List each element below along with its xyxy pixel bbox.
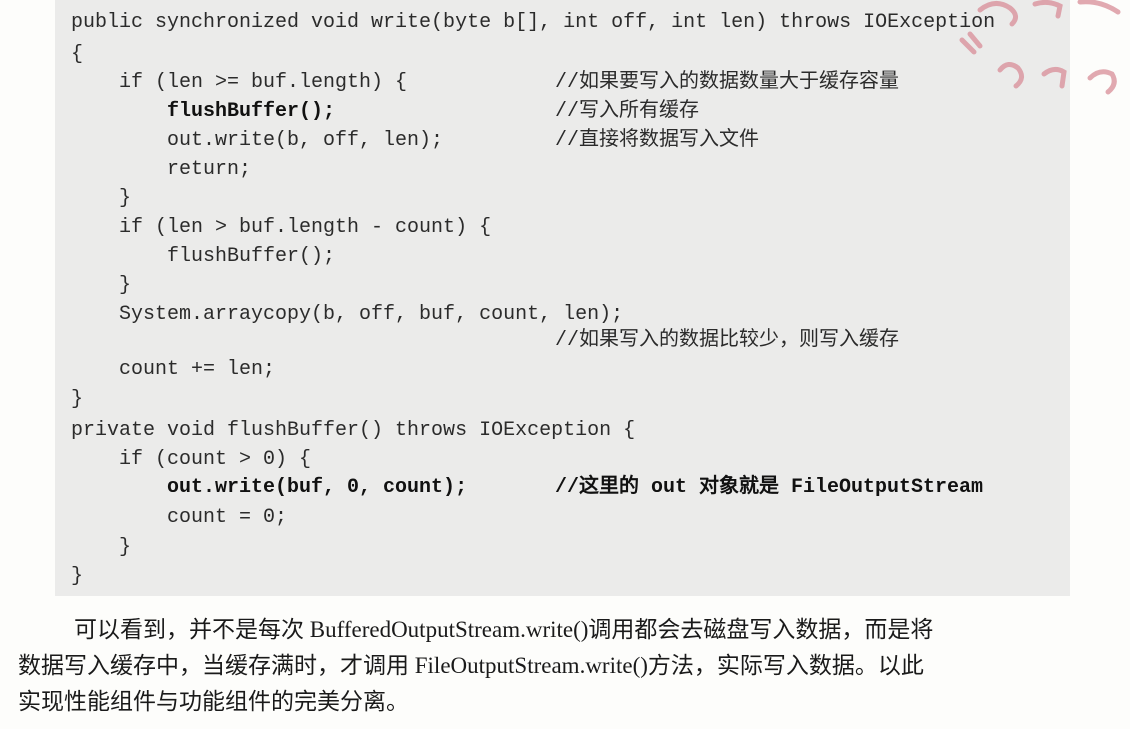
code-line-6: return; [71, 158, 252, 181]
code-line-10: } [71, 274, 132, 297]
code-line-9: flushBuffer(); [71, 245, 336, 268]
code-block: public synchronized void write(byte b[],… [55, 0, 1070, 596]
code-comment-4: //写入所有缓存 [555, 100, 700, 123]
code-comment-5: //直接将数据写入文件 [555, 129, 760, 152]
code-line-1: public synchronized void write(byte b[],… [71, 11, 996, 34]
code-line-19: } [71, 536, 132, 559]
code-line-11: System.arraycopy(b, off, buf, count, len… [71, 303, 624, 326]
paragraph-line-3: 实现性能组件与功能组件的完美分离。 [18, 689, 409, 714]
code-comment-12: //如果写入的数据比较少，则写入缓存 [555, 329, 900, 352]
code-comment-3: //如果要写入的数据数量大于缓存容量 [555, 71, 900, 94]
code-line-17: out.write(buf, 0, count); [71, 476, 468, 499]
code-line-14: } [71, 388, 84, 411]
code-line-16: if (count > 0) { [71, 448, 312, 471]
paragraph-line-2: 数据写入缓存中，当缓存满时，才调用 FileOutputStream.write… [18, 653, 924, 678]
paragraph-line-1: 可以看到，并不是每次 BufferedOutputStream.write()调… [74, 617, 934, 642]
code-line-20: } [71, 565, 84, 588]
code-line-4: flushBuffer(); [71, 100, 336, 123]
code-line-5: out.write(b, off, len); [71, 129, 444, 152]
watermark-stamp [940, 0, 1130, 110]
code-line-2: { [71, 43, 84, 66]
code-line-8: if (len > buf.length - count) { [71, 216, 492, 239]
code-line-18: count = 0; [71, 506, 288, 529]
code-line-15: private void flushBuffer() throws IOExce… [71, 419, 636, 442]
stamp-icon [959, 0, 1121, 95]
code-comment-17: //这里的 out 对象就是 FileOutputStream [555, 476, 984, 499]
code-line-13: count += len; [71, 358, 276, 381]
code-line-7: } [71, 187, 132, 210]
code-line-3: if (len >= buf.length) { [71, 71, 408, 94]
